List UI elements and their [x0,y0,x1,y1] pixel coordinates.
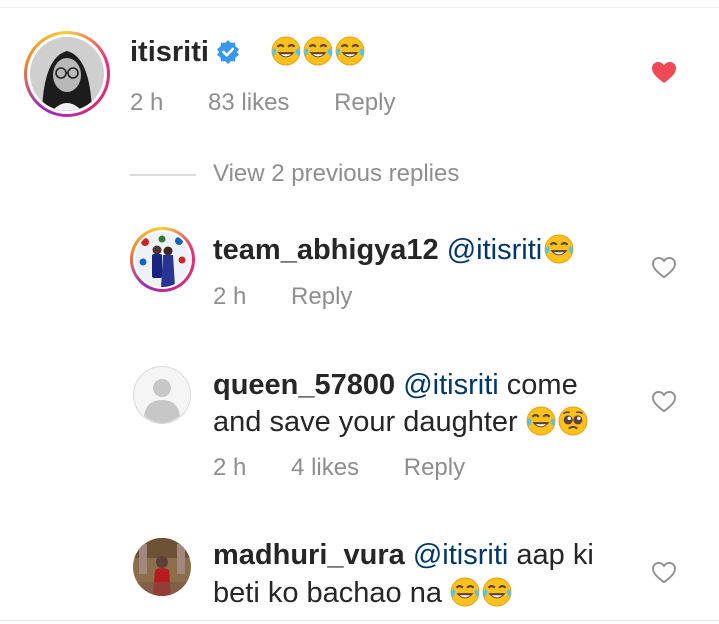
tears-of-joy-emoji-icon [303,36,334,66]
tears-of-joy-emoji-icon [449,577,480,607]
tears-of-joy-emoji-icon [335,36,366,66]
tears-of-joy-emoji-icon [271,36,302,66]
reply-text: aap ki [516,539,594,571]
view-previous-replies-button[interactable]: View 2 previous replies [213,160,459,188]
tears-of-joy-emoji-icon [525,406,556,436]
avatar-queen-57800[interactable] [133,366,191,424]
profile-photo [133,538,191,596]
comment-line: itisriti [130,34,366,70]
reply-text: and save your daughter [213,406,518,438]
avatar-madhuri-vura[interactable] [133,538,191,596]
liked-heart-icon[interactable] [651,61,677,85]
reply-username[interactable]: madhuri_vura [213,539,405,571]
reply-username[interactable]: queen_57800 [213,369,395,401]
comment-time: 2 h [130,89,164,116]
reply-2-meta: 2 h 4 likes Reply [213,453,503,483]
reply-3-line-1: madhuri_vura @itisriti aap ki [213,537,594,573]
reply-time: 2 h [213,283,247,310]
tears-of-joy-emoji-icon [481,577,512,607]
comment-meta: 2 h 83 likes Reply [130,88,433,118]
like-heart-icon[interactable] [652,257,676,279]
reply-2-line-2: and save your daughter [213,404,588,440]
reply-time: 2 h [213,454,247,481]
like-heart-icon[interactable] [652,562,676,584]
reply-mention[interactable]: @itisriti [447,234,542,266]
pleading-face-emoji-icon [557,406,588,436]
reply-2-line-1: queen_57800 @itisriti come [213,367,578,403]
reply-2-reply-button[interactable]: Reply [404,454,465,481]
profile-photo [135,232,190,287]
profile-photo [30,37,104,111]
avatar-team-abhigya12[interactable] [130,227,195,292]
reply-1-reply-button[interactable]: Reply [291,283,352,310]
comment-reply-button[interactable]: Reply [334,89,395,116]
reply-text: beti ko bachao na [213,577,442,609]
default-avatar-icon [133,366,191,424]
tears-of-joy-emoji-icon [544,234,575,264]
view-replies-divider [130,174,196,176]
verified-badge-icon [216,40,239,64]
bottom-divider [0,620,719,621]
reply-mention[interactable]: @itisriti [403,369,498,401]
like-heart-icon[interactable] [652,391,676,413]
reply-mention[interactable]: @itisriti [413,539,508,571]
reply-text: come [506,369,578,401]
comment-likes[interactable]: 83 likes [208,89,289,116]
reply-1-meta: 2 h Reply [213,282,390,312]
reply-username[interactable]: team_abhigya12 [213,234,439,266]
avatar-itisriti[interactable] [24,31,110,117]
reply-3-line-2: beti ko bachao na [213,575,512,611]
top-divider [0,7,719,8]
comment-username[interactable]: itisriti [130,36,209,68]
reply-1-line: team_abhigya12 @itisriti [213,232,575,268]
reply-likes[interactable]: 4 likes [291,454,359,481]
